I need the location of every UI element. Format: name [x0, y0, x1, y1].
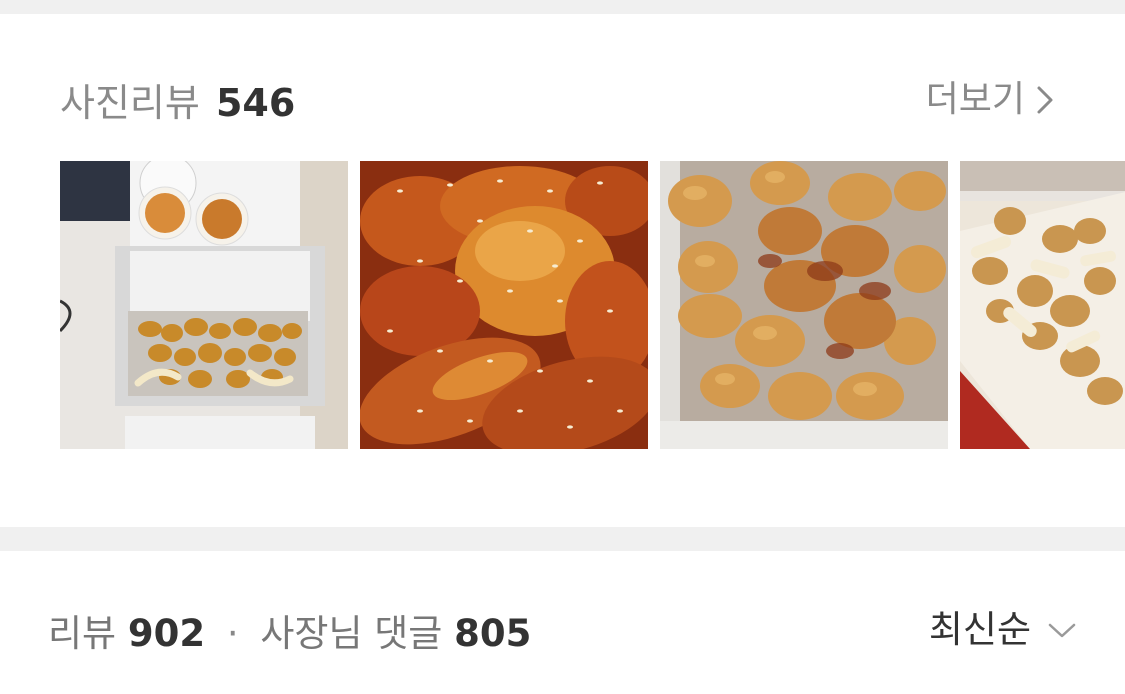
- boneless-chicken-photo-icon: [660, 161, 948, 449]
- photo-review-count: 546: [215, 81, 296, 125]
- sort-label: 최신순: [928, 608, 1031, 651]
- photo-review-header: 사진리뷰 546: [60, 84, 295, 122]
- chevron-down-icon: [1048, 623, 1076, 637]
- sort-dropdown[interactable]: 최신순: [929, 611, 1077, 648]
- photo-thumbnail-strip[interactable]: [60, 161, 1125, 449]
- review-photo-thumbnail[interactable]: [660, 161, 948, 449]
- review-photo-thumbnail[interactable]: [60, 161, 348, 449]
- review-count: 902: [127, 612, 206, 655]
- see-more-button[interactable]: 더보기: [926, 82, 1055, 118]
- owner-reply-count: 805: [454, 612, 532, 655]
- glazed-chicken-photo-icon: [360, 161, 648, 449]
- photo-review-label: 사진리뷰: [60, 81, 200, 125]
- chicken-box-photo-icon: [60, 161, 348, 449]
- review-summary: 리뷰 902 · 사장님 댓글 805: [48, 615, 531, 652]
- chicken-with-rice-cakes-photo-icon: [960, 161, 1125, 449]
- review-photo-thumbnail[interactable]: [360, 161, 648, 449]
- see-more-label: 더보기: [925, 79, 1025, 120]
- owner-reply-label: 사장님 댓글: [260, 612, 443, 655]
- section-divider: [0, 527, 1125, 551]
- review-label: 리뷰: [48, 612, 117, 655]
- section-divider-top: [0, 0, 1125, 14]
- review-photo-thumbnail[interactable]: [960, 161, 1125, 449]
- chevron-right-icon: [1037, 86, 1053, 114]
- separator-dot: ·: [226, 612, 239, 655]
- photo-review-section: 사진리뷰 546 더보기: [0, 14, 1125, 527]
- review-summary-bar: 리뷰 902 · 사장님 댓글 805 최신순: [0, 551, 1125, 694]
